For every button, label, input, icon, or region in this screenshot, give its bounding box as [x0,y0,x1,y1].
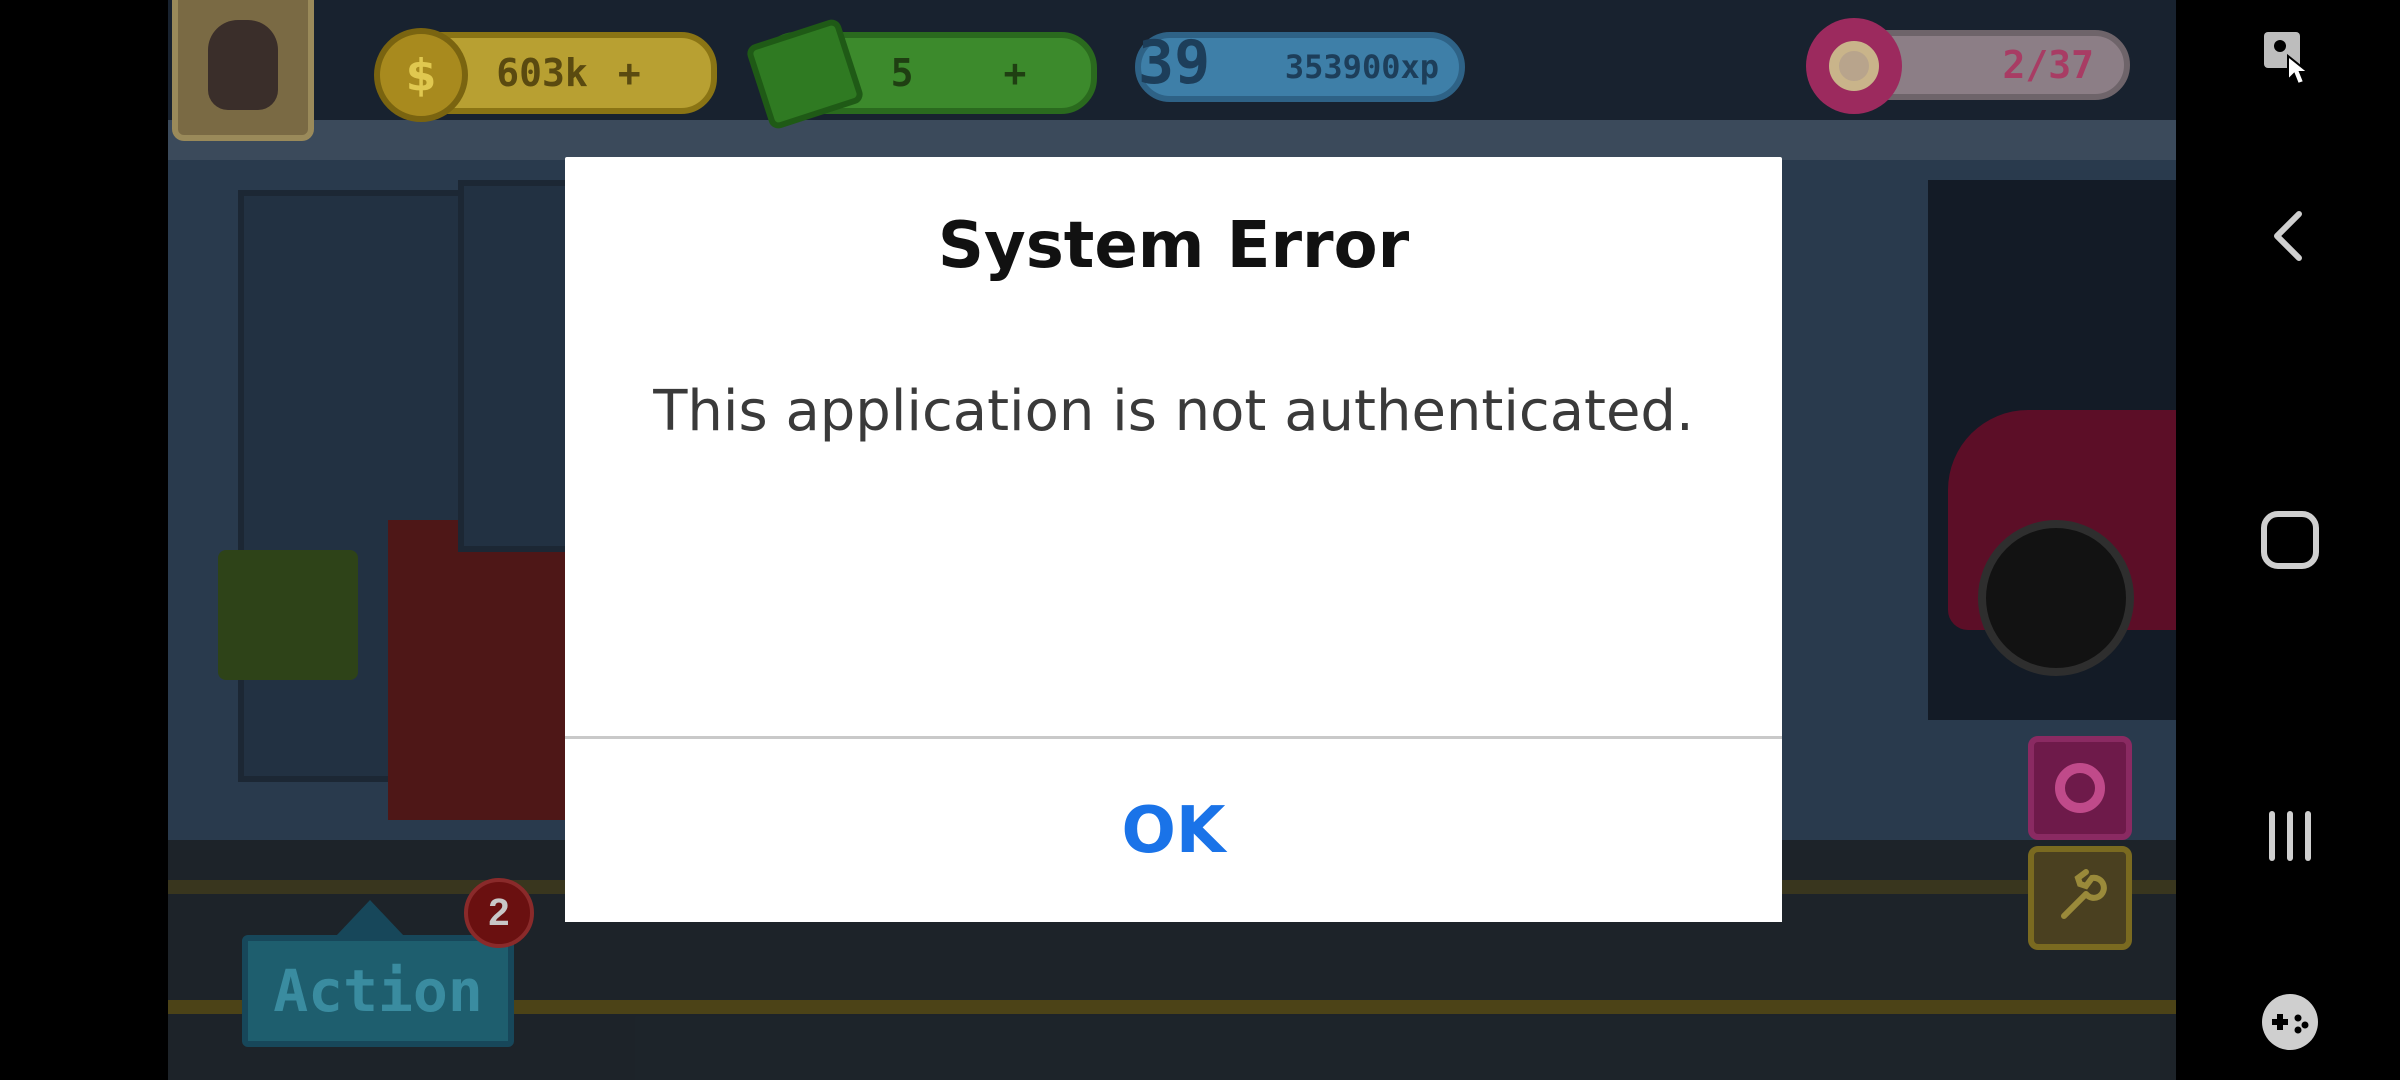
action-badge-count: 2 [488,891,510,934]
home-icon[interactable] [2258,508,2322,572]
action-button[interactable]: Action [242,935,514,1047]
action-button-label: Action [273,957,483,1025]
screenshot-touch-icon[interactable] [2258,26,2322,90]
recents-icon[interactable] [2260,806,2320,866]
screen: 603k + $ 5 + 353900xp 39 2/37 Action 2 S… [0,0,2400,1080]
donut-value: 2/37 [2002,43,2094,87]
system-error-dialog: System Error This application is not aut… [565,157,1782,922]
action-arrow-icon [336,900,404,936]
cash-add-icon[interactable]: + [1004,51,1027,95]
dialog-title: System Error [937,209,1410,283]
player-avatar[interactable] [172,0,314,141]
donut-ring-icon [2055,763,2105,813]
ok-button[interactable]: OK [565,739,1782,922]
action-notification-badge: 2 [464,878,534,948]
cash-value: 5 [890,51,914,95]
donut-icon [1806,18,1902,114]
coin-icon: $ [374,28,468,122]
coins-value: 603k [496,51,588,95]
xp-value: 353900xp [1284,48,1439,86]
wrench-icon [2061,869,2107,919]
avatar-silhouette [208,20,278,110]
level-badge: 39 [1138,28,1211,98]
dialog-message: This application is not authenticated. [653,379,1694,444]
wrench-button[interactable] [2028,846,2132,950]
game-tools-icon[interactable] [2258,990,2322,1054]
coins-add-icon[interactable]: + [618,51,641,95]
donut-shop-button[interactable] [2028,736,2132,840]
back-icon[interactable] [2265,206,2315,266]
